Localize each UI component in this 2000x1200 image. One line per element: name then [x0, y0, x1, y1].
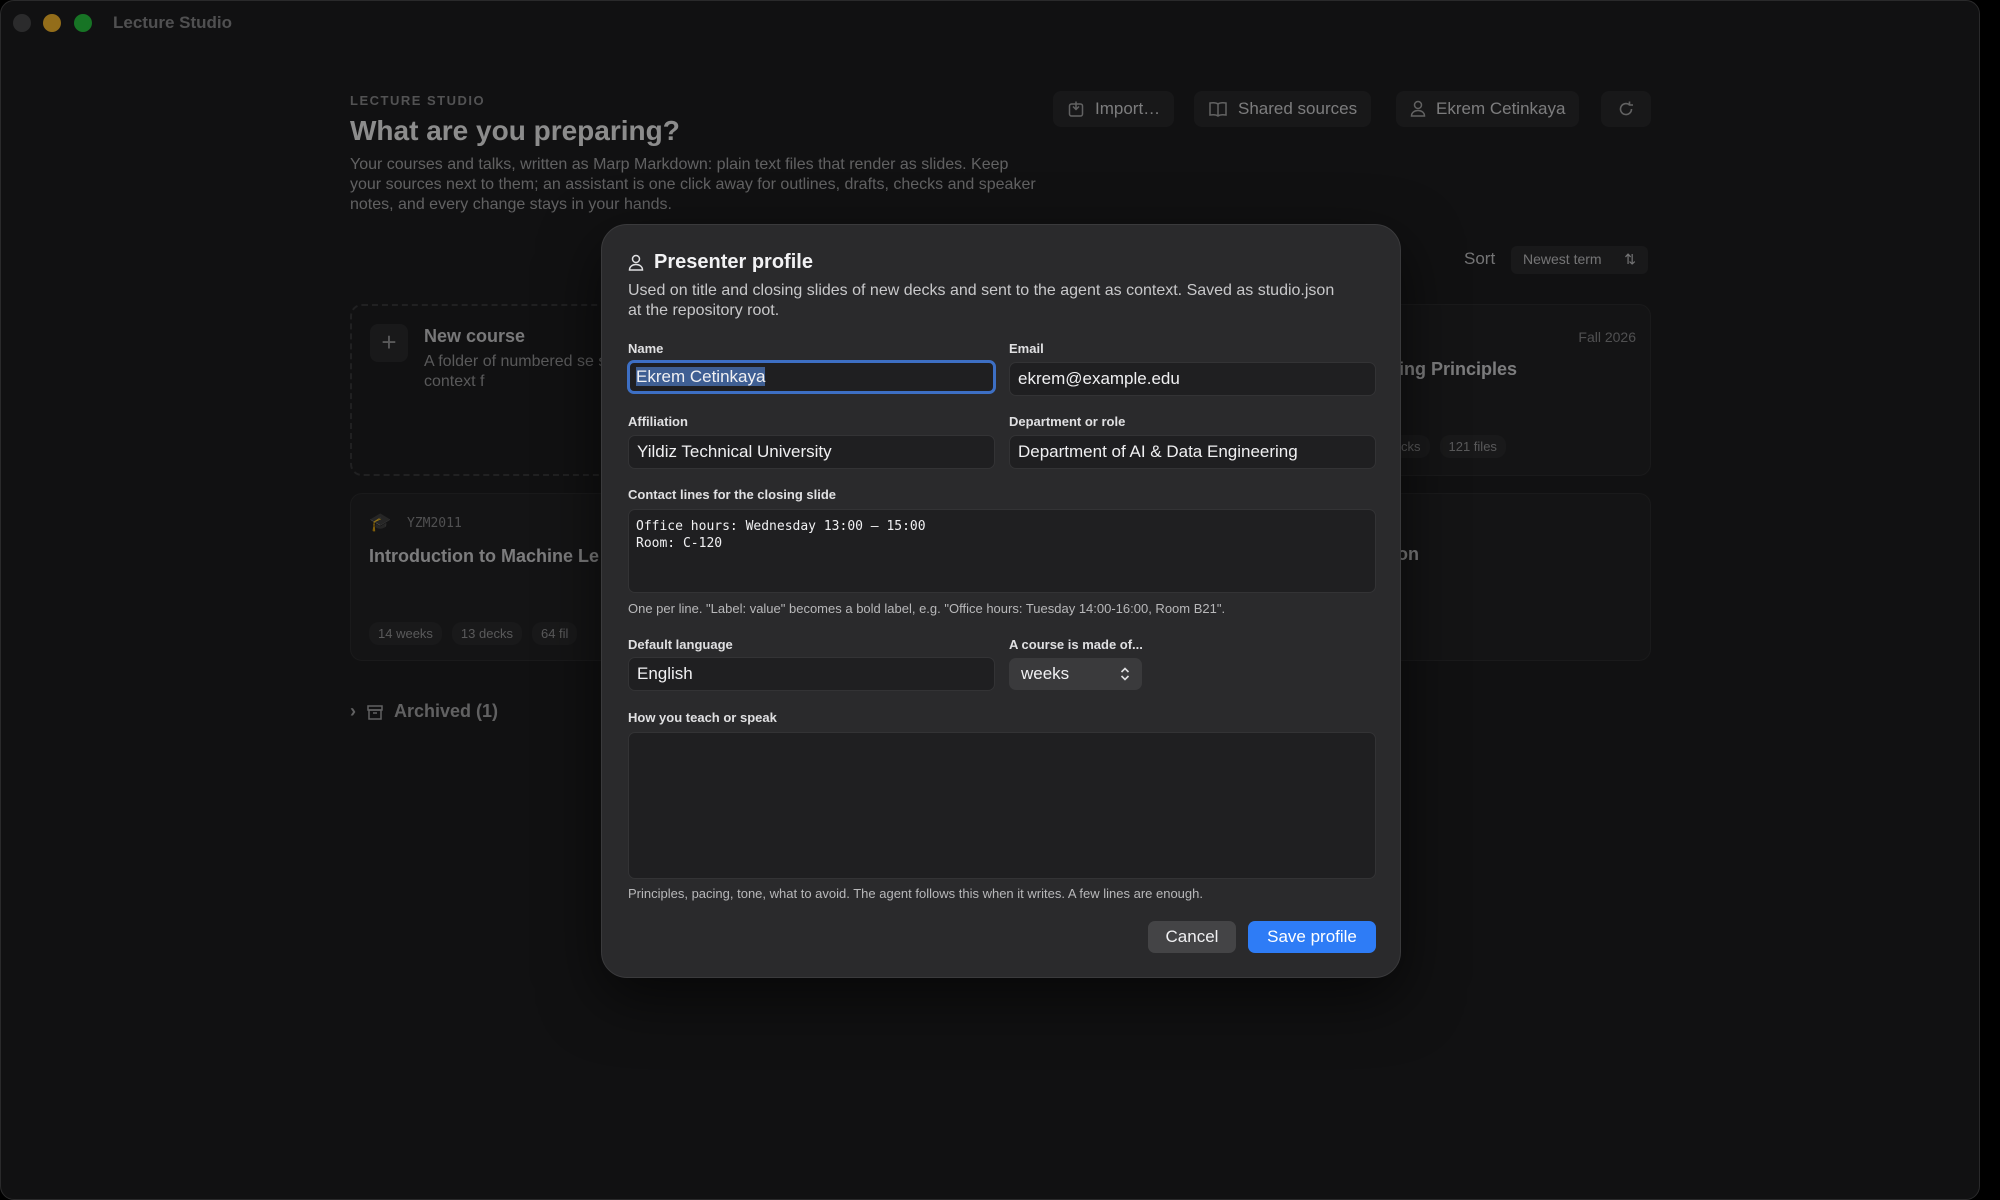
- teaching-style-label: How you teach or speak: [628, 710, 777, 725]
- department-label: Department or role: [1009, 414, 1126, 429]
- course-unit-select[interactable]: weeks: [1009, 658, 1142, 690]
- course-unit-value: weeks: [1021, 664, 1070, 683]
- email-field[interactable]: ekrem@example.edu: [1009, 362, 1376, 396]
- department-field[interactable]: Department of AI & Data Engineering: [1009, 435, 1376, 469]
- dialog-title: Presenter profile: [654, 251, 813, 273]
- name-field[interactable]: Ekrem Cetinkaya: [627, 360, 996, 394]
- default-language-field[interactable]: English: [628, 657, 995, 691]
- presenter-profile-dialog: Presenter profile Used on title and clos…: [601, 224, 1401, 978]
- course-unit-label: A course is made of...: [1009, 637, 1143, 652]
- teaching-style-textarea[interactable]: [628, 732, 1376, 879]
- contact-lines-label: Contact lines for the closing slide: [628, 487, 837, 502]
- person-icon: [628, 254, 644, 272]
- save-profile-button[interactable]: Save profile: [1248, 921, 1376, 953]
- affiliation-label: Affiliation: [628, 414, 688, 429]
- teaching-style-hint: Principles, pacing, tone, what to avoid.…: [628, 886, 1203, 901]
- email-label: Email: [1009, 341, 1044, 356]
- cancel-button[interactable]: Cancel: [1148, 921, 1236, 953]
- name-value: Ekrem Cetinkaya: [636, 367, 766, 386]
- name-label: Name: [628, 341, 664, 356]
- contact-lines-textarea[interactable]: Office hours: Wednesday 13:00 – 15:00 Ro…: [628, 509, 1376, 593]
- default-language-label: Default language: [628, 637, 733, 652]
- affiliation-field[interactable]: Yildiz Technical University: [628, 435, 995, 469]
- app-window: Lecture Studio LECTURE STUDIO What are y…: [0, 0, 1980, 1200]
- dialog-description: Used on title and closing slides of new …: [628, 282, 1335, 319]
- contact-lines-hint: One per line. "Label: value" becomes a b…: [628, 601, 1226, 616]
- updown-chevron-icon: [1120, 666, 1130, 682]
